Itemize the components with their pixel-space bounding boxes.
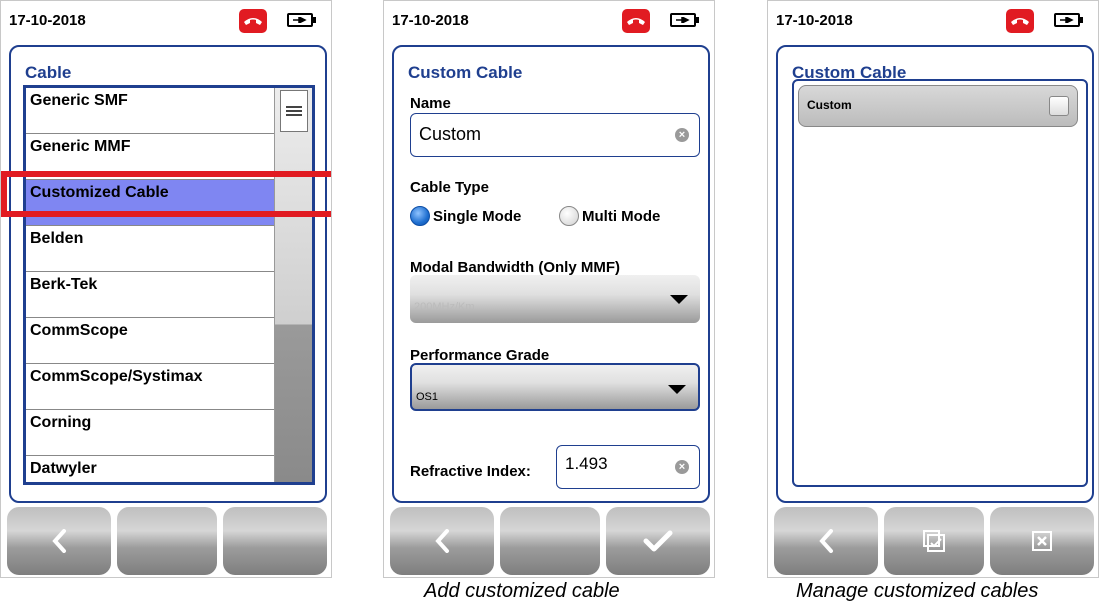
multi-mode-radio[interactable] [559, 206, 579, 226]
multi-mode-label[interactable]: Multi Mode [582, 208, 660, 225]
list-item-generic-smf[interactable]: Generic SMF [26, 88, 276, 134]
clear-icon[interactable]: × [675, 460, 689, 474]
name-field-value: Custom [419, 124, 482, 144]
softkey-middle[interactable] [117, 507, 217, 575]
list-item-corning[interactable]: Corning [26, 410, 276, 456]
phone-icon [239, 9, 267, 33]
name-field[interactable]: Custom × [410, 113, 700, 157]
battery-icon [670, 13, 699, 27]
list-item-label: Corning [30, 414, 92, 431]
delete-button[interactable] [990, 507, 1094, 575]
back-button[interactable] [7, 507, 111, 575]
back-button[interactable] [390, 507, 494, 575]
back-icon [52, 529, 66, 553]
refractive-index-value: 1.493 [565, 454, 608, 473]
chevron-down-icon [668, 385, 686, 394]
status-bar: 17-10-2018 [768, 1, 1098, 41]
scroll-thumb-menu-icon[interactable] [280, 90, 308, 132]
select-all-button[interactable] [884, 507, 984, 575]
modal-bandwidth-dropdown[interactable]: 200MHz/Km [410, 275, 700, 323]
caption-add: Add customized cable [424, 580, 620, 602]
softkey-middle[interactable] [500, 507, 600, 575]
battery-icon [287, 13, 316, 27]
back-button[interactable] [774, 507, 878, 575]
list-item-label: Custom [807, 98, 852, 112]
clear-icon[interactable]: × [675, 128, 689, 142]
battery-icon [1054, 13, 1083, 27]
softkey-bar [768, 503, 1098, 577]
refractive-index-label: Refractive Index: [410, 463, 531, 480]
highlight-box [1, 171, 331, 217]
performance-grade-label: Performance Grade [410, 347, 550, 364]
date-label: 17-10-2018 [9, 12, 86, 29]
single-mode-label[interactable]: Single Mode [433, 208, 521, 225]
performance-grade-value: OS1 [416, 391, 439, 403]
confirm-button[interactable] [606, 507, 710, 575]
delete-icon [1032, 531, 1052, 551]
cable-type-label: Cable Type [410, 179, 489, 196]
status-bar: 17-10-2018 [1, 1, 331, 41]
caption-manage: Manage customized cables [796, 580, 1039, 602]
device-screen-add-custom-cable: 17-10-2018 Custom Cable Name Custom × Ca… [383, 0, 715, 578]
name-label: Name [410, 95, 451, 112]
modal-bandwidth-value: 200MHz/Km [414, 301, 475, 313]
back-icon [819, 529, 833, 553]
list-item-belden[interactable]: Belden [26, 226, 276, 272]
checkmark-icon [643, 530, 673, 552]
softkey-bar [1, 503, 331, 577]
chevron-down-icon [670, 295, 688, 304]
list-item-custom[interactable]: Custom [798, 85, 1078, 127]
list-item-label: Berk-Tek [30, 276, 98, 293]
date-label: 17-10-2018 [776, 12, 853, 29]
select-checkbox[interactable] [1049, 96, 1069, 116]
list-item-commscope[interactable]: CommScope [26, 318, 276, 364]
panel-title: Cable [25, 63, 72, 82]
softkey-bar [384, 503, 714, 577]
phone-icon [622, 9, 650, 33]
list-item-commscope-systimax[interactable]: CommScope/Systimax [26, 364, 276, 410]
list-item-label: Belden [30, 230, 84, 247]
list-item-berk-tek[interactable]: Berk-Tek [26, 272, 276, 318]
device-screen-manage-custom-cables: 17-10-2018 Custom Cable Custom [767, 0, 1099, 578]
scrollbar[interactable] [274, 88, 312, 482]
list-item-datwyler[interactable]: Datwyler [26, 456, 276, 482]
back-icon [435, 529, 449, 553]
single-mode-radio[interactable] [410, 206, 430, 226]
list-item-label: Datwyler [30, 460, 97, 477]
date-label: 17-10-2018 [392, 12, 469, 29]
refractive-index-field[interactable]: 1.493 × [556, 445, 700, 489]
list-item-label: Generic SMF [30, 92, 128, 109]
performance-grade-dropdown[interactable]: OS1 [410, 363, 700, 411]
list-item-label: CommScope/Systimax [30, 368, 203, 385]
custom-cable-list: Custom [792, 79, 1088, 487]
list-item-label: Generic MMF [30, 138, 131, 155]
cable-list[interactable]: Generic SMF Generic MMF Customized Cable… [23, 85, 315, 485]
softkey-right[interactable] [223, 507, 327, 575]
phone-icon [1006, 9, 1034, 33]
panel-title: Custom Cable [408, 63, 523, 82]
status-bar: 17-10-2018 [384, 1, 714, 41]
multi-select-icon [923, 530, 945, 552]
modal-bandwidth-label: Modal Bandwidth (Only MMF) [410, 259, 620, 276]
list-item-label: CommScope [30, 322, 128, 339]
device-screen-cable-list: 17-10-2018 Cable Generic SMF Generic MMF… [0, 0, 332, 578]
